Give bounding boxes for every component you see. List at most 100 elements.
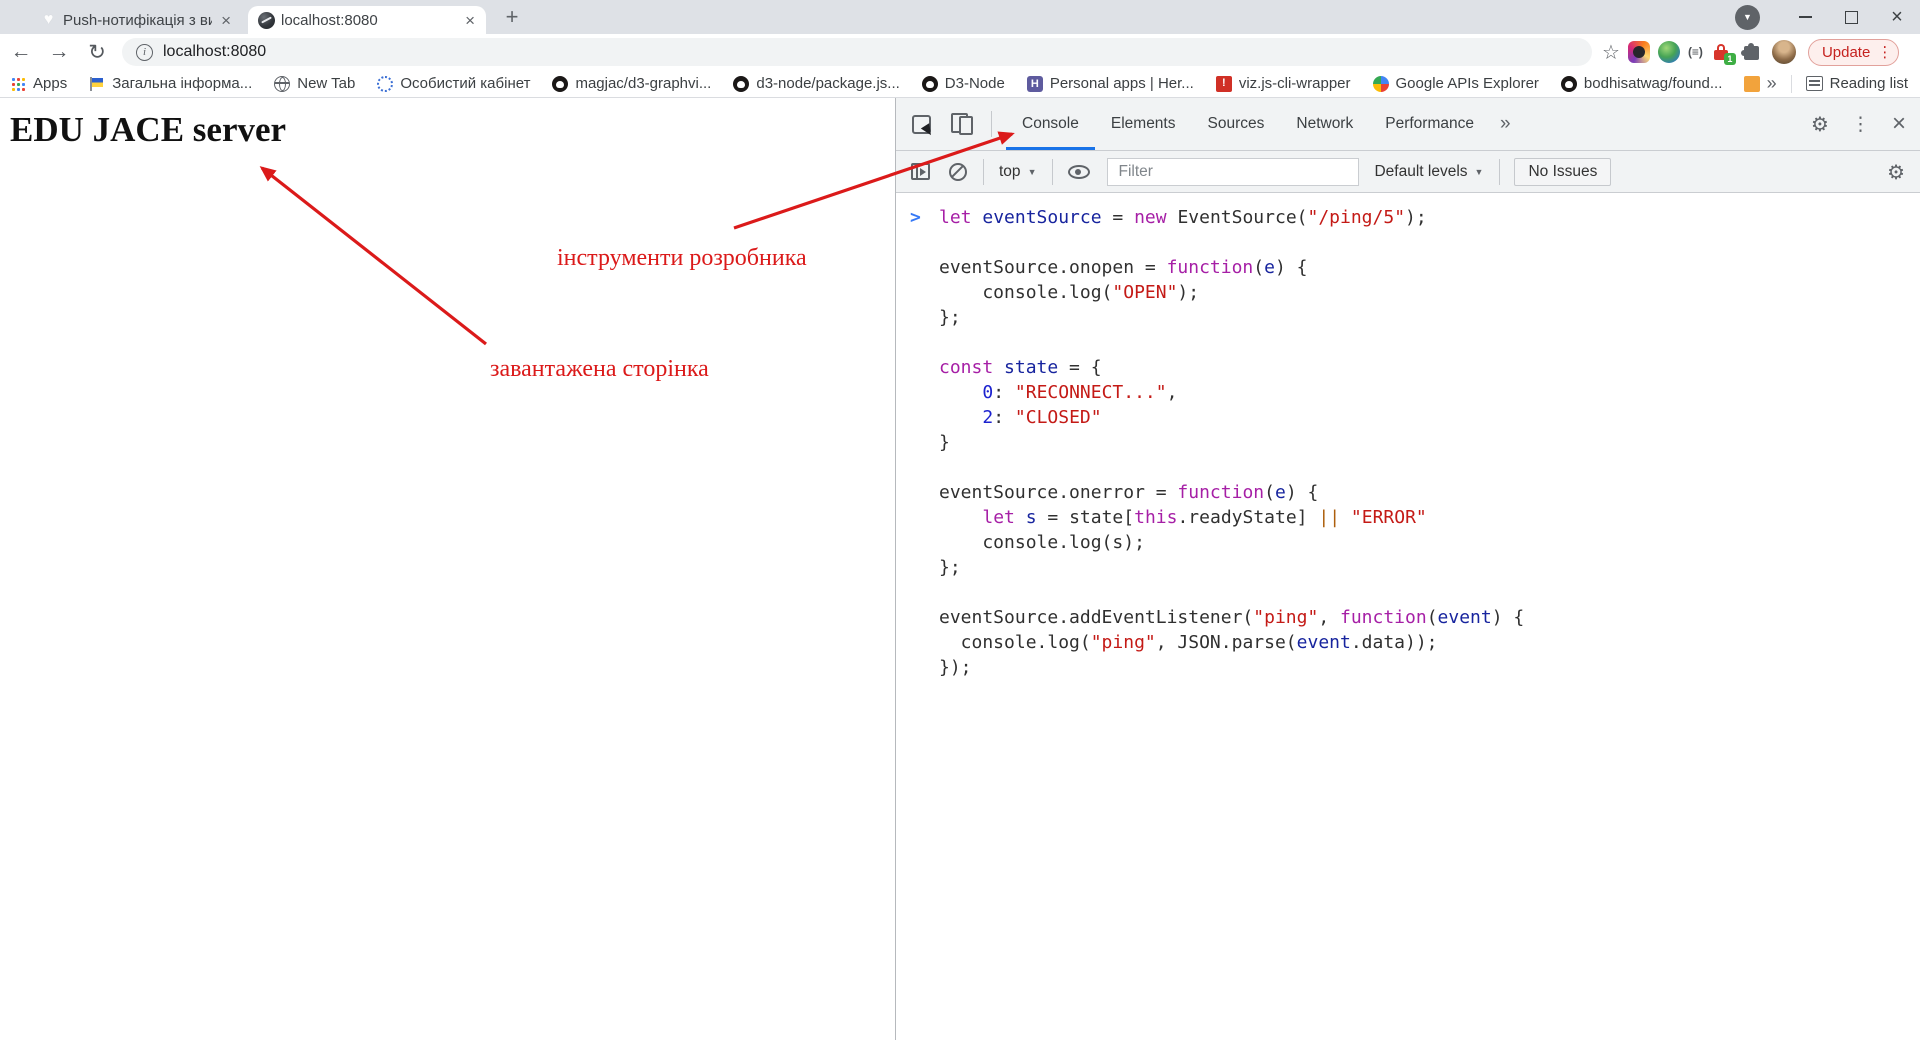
extension-password-lock-icon[interactable]: 1 (1711, 41, 1733, 63)
github-icon (1561, 76, 1577, 92)
apps-grid-icon (10, 76, 26, 92)
bookmarks-overflow-chevron[interactable]: » (1767, 73, 1777, 94)
maximize-button[interactable] (1828, 0, 1874, 34)
reading-list-icon (1806, 76, 1823, 91)
back-button[interactable]: ← (4, 40, 38, 64)
log-levels-selector[interactable]: Default levels ▼ (1374, 163, 1483, 181)
bookmark-label: Особистий кабінет (400, 75, 530, 92)
tab-close-icon[interactable]: × (462, 12, 478, 29)
issues-counter-button[interactable]: No Issues (1514, 158, 1611, 186)
tab-close-icon[interactable]: × (218, 12, 234, 29)
console-code-line: 2: "CLOSED" (939, 405, 1920, 430)
update-button[interactable]: Update ⋮ (1808, 39, 1899, 66)
address-bar[interactable]: i localhost:8080 (122, 38, 1592, 66)
console-code-line: eventSource.onopen = function(e) { (939, 255, 1920, 280)
bookmark-item[interactable]: bodhisatwag/found... (1561, 75, 1722, 92)
bookmark-item[interactable]: Загальна інформа... (89, 75, 252, 92)
browser-update-menu-icon[interactable]: ▼ (1735, 5, 1760, 30)
inspect-element-icon[interactable] (912, 115, 931, 134)
console-code-line: console.log("OPEN"); (939, 280, 1920, 305)
orange-square-icon (1744, 76, 1760, 92)
console-prompt-icon: > (910, 205, 921, 230)
devtools-tab-elements[interactable]: Elements (1095, 98, 1192, 150)
bookmarks-list: Apps Загальна інформа... New Tab Особистий … (10, 75, 1767, 92)
annotation-devtools-label: інструменти розробника (557, 245, 807, 272)
devtools-settings-gear-icon[interactable]: ⚙ (1811, 112, 1829, 136)
devtools-kebab-icon[interactable]: ⋮ (1851, 113, 1870, 136)
reading-list-button[interactable]: Reading list (1830, 75, 1908, 92)
bookmark-label: Загальна інформа... (112, 75, 252, 92)
bookmark-item[interactable]: client - Title (1744, 75, 1766, 92)
console-code-line (939, 455, 1920, 480)
bookmark-star-icon[interactable]: ☆ (1602, 40, 1620, 65)
devtools-tab-performance[interactable]: Performance (1369, 98, 1490, 150)
profile-avatar[interactable] (1772, 40, 1796, 64)
extension-earth-icon[interactable] (1658, 41, 1680, 63)
extension-camera-icon[interactable] (1628, 41, 1650, 63)
devtools-tab-console[interactable]: Console (1006, 98, 1095, 150)
minimize-button[interactable] (1782, 0, 1828, 34)
chevron-down-icon: ▼ (1028, 167, 1037, 177)
bookmark-item[interactable]: d3-node/package.js... (733, 75, 899, 92)
devtools-more-tabs-chevron[interactable]: » (1500, 113, 1511, 135)
extension-json-viewer-icon[interactable]: (≡) (1688, 41, 1703, 63)
clear-console-icon[interactable] (949, 163, 967, 181)
reload-button[interactable]: ↻ (80, 40, 114, 65)
github-icon (922, 76, 938, 92)
console-code-line: >let eventSource = new EventSource("/pin… (939, 205, 1920, 230)
site-favicon (258, 12, 275, 29)
github-icon (552, 76, 568, 92)
pinwheel-icon (1373, 76, 1389, 92)
update-kebab-icon[interactable]: ⋮ (1877, 43, 1892, 61)
red-square-icon (1216, 76, 1232, 92)
devtools-tabbar: ConsoleElementsSourcesNetworkPerformance… (896, 98, 1920, 151)
window-close-button[interactable]: × (1874, 0, 1920, 34)
device-toolbar-icon[interactable] (951, 113, 975, 135)
console-code-line: const state = { (939, 355, 1920, 380)
bookmark-item[interactable]: Особистий кабінет (377, 75, 530, 92)
console-code-line: console.log("ping", JSON.parse(event.dat… (939, 630, 1920, 655)
update-label: Update (1822, 44, 1870, 61)
bookmark-label: Apps (33, 75, 67, 92)
bookmark-item[interactable]: Personal apps | Her... (1027, 75, 1194, 92)
chevron-down-icon: ▼ (1475, 167, 1484, 177)
console-code[interactable]: >let eventSource = new EventSource("/pin… (896, 194, 1920, 1040)
window-controls: ▼ × (1735, 0, 1920, 34)
content-area: EDU JACE server інструменти розробника з… (0, 98, 1920, 1040)
bookmark-item[interactable]: D3-Node (922, 75, 1005, 92)
new-tab-button[interactable]: + (498, 4, 526, 32)
console-code-line (939, 230, 1920, 255)
tab-strip: ♥ Push-нотифікація з використан × localh… (0, 0, 1920, 34)
devtools-tab-sources[interactable]: Sources (1192, 98, 1281, 150)
tab-title: Push-нотифікація з використан (63, 12, 212, 29)
console-code-line: 0: "RECONNECT...", (939, 380, 1920, 405)
flag-icon (89, 76, 105, 92)
console-sidebar-toggle-icon[interactable] (911, 163, 930, 180)
live-expression-eye-icon[interactable] (1068, 165, 1090, 179)
console-settings-gear-icon[interactable]: ⚙ (1887, 160, 1905, 184)
browser-tab-push-notification[interactable]: ♥ Push-нотифікація з використан × (30, 6, 242, 34)
console-code-line: }); (939, 655, 1920, 680)
bookmarks-right: » Reading list (1767, 73, 1908, 94)
dotted-circle-icon (377, 76, 393, 92)
bookmark-label: Google APIs Explorer (1396, 75, 1539, 92)
devtools-close-icon[interactable]: × (1892, 110, 1906, 138)
console-filter-input[interactable] (1107, 158, 1359, 186)
console-context-selector[interactable]: top ▼ (999, 163, 1036, 181)
bookmark-item[interactable]: viz.js-cli-wrapper (1216, 75, 1351, 92)
bookmark-label: magjac/d3-graphvi... (575, 75, 711, 92)
browser-tab-localhost[interactable]: localhost:8080 × (248, 6, 486, 34)
console-code-line: console.log(s); (939, 530, 1920, 555)
site-info-icon[interactable]: i (136, 44, 153, 61)
bookmark-item[interactable]: magjac/d3-graphvi... (552, 75, 711, 92)
devtools-tabbar-right: ⚙ ⋮ × (1811, 110, 1920, 138)
extensions-puzzle-icon[interactable] (1741, 41, 1763, 63)
bookmark-item[interactable]: Apps (10, 75, 67, 92)
heroku-icon (1027, 76, 1043, 92)
divider (1499, 159, 1500, 185)
devtools-tab-network[interactable]: Network (1280, 98, 1369, 150)
bookmark-item[interactable]: Google APIs Explorer (1373, 75, 1539, 92)
forward-button[interactable]: → (42, 40, 76, 64)
bookmark-item[interactable]: New Tab (274, 75, 355, 92)
bookmark-label: D3-Node (945, 75, 1005, 92)
